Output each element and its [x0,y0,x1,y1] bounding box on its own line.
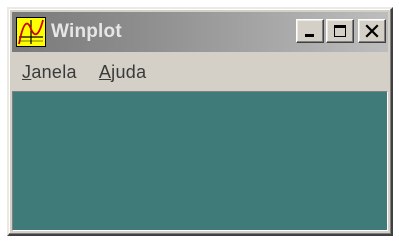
title-bar[interactable]: Winplot [12,12,388,52]
menu-ajuda[interactable]: Ajuda [93,62,153,83]
minimize-icon [305,34,314,37]
menu-janela-mnemonic: J [22,61,32,82]
close-icon [365,24,379,38]
winplot-window: Winplot Janela Ajuda [7,7,393,236]
close-button[interactable] [358,19,386,43]
title-bar-buttons [296,19,386,43]
maximize-icon [334,25,346,37]
minimize-button[interactable] [296,19,324,43]
mdi-client-area[interactable] [12,91,388,231]
menu-bar: Janela Ajuda [12,57,388,87]
menu-ajuda-label: juda [111,61,147,82]
window-title: Winplot [51,21,122,42]
winplot-graph-icon[interactable] [16,17,46,47]
menu-ajuda-mnemonic: A [98,61,112,82]
menu-janela[interactable]: Janela [16,62,83,83]
maximize-button[interactable] [326,19,354,43]
menu-janela-label: anela [31,61,77,82]
